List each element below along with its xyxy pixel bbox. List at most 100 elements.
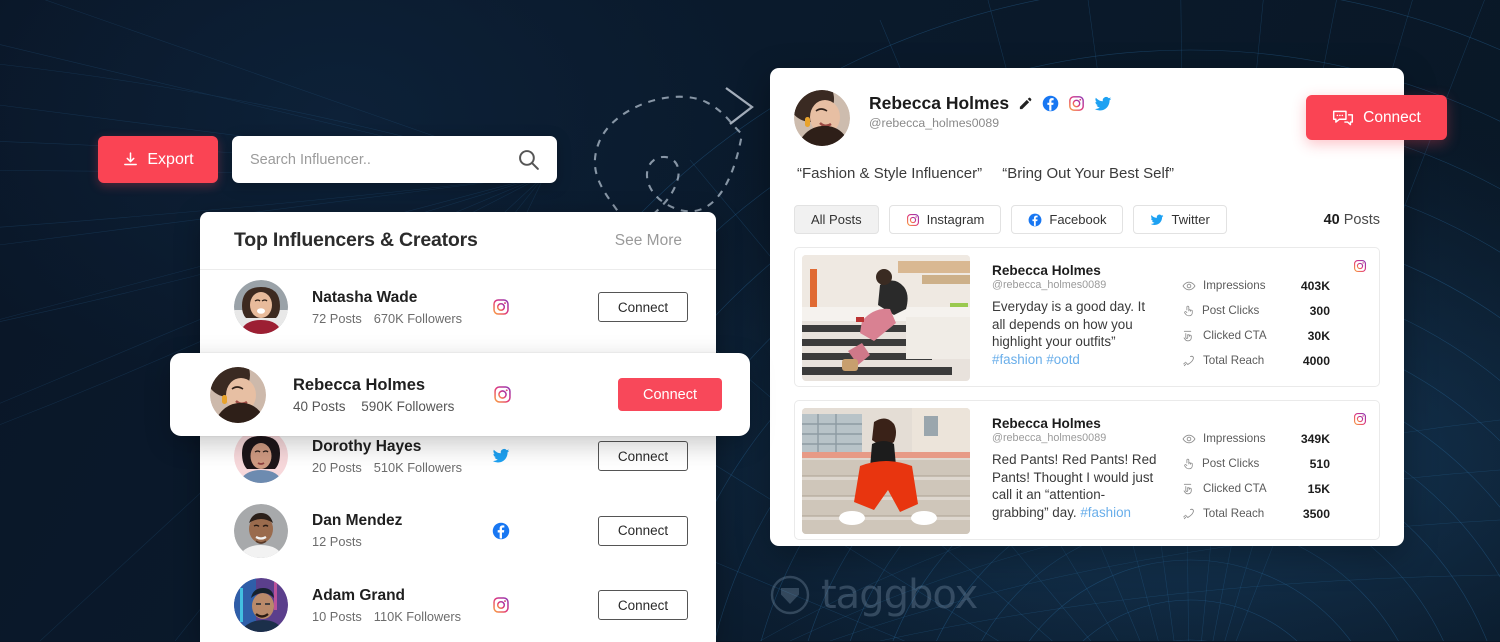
- influencer-row[interactable]: Natasha Wade 72 Posts 670K Followers Conn…: [200, 270, 716, 345]
- influencer-row[interactable]: Adam Grand 10 Posts 110K Followers Connec…: [200, 568, 716, 642]
- influencer-meta: Adam Grand 10 Posts 110K Followers: [312, 587, 492, 624]
- taggbox-watermark: taggbox: [770, 572, 978, 618]
- metric-value: 4000: [1302, 353, 1330, 368]
- profile-name-row: Rebecca Holmes: [869, 93, 1112, 114]
- watermark-text: taggbox: [821, 572, 978, 618]
- metric-row: Clicked CTA 15K: [1182, 476, 1330, 501]
- post-handle: @rebecca_holmes0089: [992, 432, 1107, 444]
- influencer-row-selected[interactable]: Rebecca Holmes 40 Posts 590K Followers C…: [170, 353, 750, 436]
- instagram-icon[interactable]: [492, 596, 562, 614]
- connect-button[interactable]: Connect: [598, 590, 688, 621]
- rocket-icon: [1182, 507, 1196, 521]
- instagram-icon[interactable]: [1353, 412, 1367, 431]
- post-author: Rebecca Holmes: [992, 263, 1101, 278]
- instagram-icon[interactable]: [493, 385, 563, 404]
- post-image: [802, 408, 970, 534]
- instagram-icon[interactable]: [492, 298, 562, 316]
- export-button[interactable]: Export: [98, 136, 218, 183]
- metric-value: 300: [1309, 303, 1330, 318]
- post-count: 72 Posts: [312, 310, 362, 326]
- post-handle: @rebecca_holmes0089: [992, 279, 1107, 291]
- filter-label: Instagram: [926, 212, 985, 227]
- post-body: Rebecca Holmes @rebecca_holmes0089 Red P…: [970, 408, 1160, 532]
- influencer-list: Natasha Wade 72 Posts 670K Followers Conn…: [200, 270, 716, 642]
- follower-count: 590K Followers: [361, 398, 455, 414]
- connect-button-selected[interactable]: Connect: [618, 378, 722, 411]
- metric-row: Clicked CTA 30K: [1182, 323, 1330, 348]
- search-icon[interactable]: [516, 147, 541, 172]
- eye-icon: [1182, 432, 1196, 446]
- click-hand-icon: [1182, 304, 1195, 318]
- download-icon: [122, 151, 139, 168]
- metric-label: Clicked CTA: [1203, 482, 1267, 495]
- metric-row: Post Clicks 510: [1182, 451, 1330, 476]
- filter-list: All Posts Instagram Facebook Twitter: [794, 205, 1237, 234]
- influencer-stats: 20 Posts 510K Followers: [312, 460, 492, 475]
- twitter-icon: [1150, 213, 1164, 227]
- facebook-icon[interactable]: [492, 522, 562, 540]
- filter-label: Twitter: [1171, 212, 1210, 227]
- avatar: [234, 578, 288, 633]
- influencer-name: Natasha Wade: [312, 288, 418, 306]
- click-hand-icon: [1182, 457, 1195, 471]
- see-more-link[interactable]: See More: [615, 232, 682, 250]
- metric-label: Total Reach: [1203, 507, 1265, 520]
- metric-value: 15K: [1307, 481, 1330, 496]
- twitter-icon[interactable]: [492, 447, 562, 465]
- influencer-row[interactable]: Dan Mendez 12 Posts Connect: [200, 494, 716, 569]
- avatar: [234, 503, 288, 558]
- avatar: [234, 429, 288, 484]
- filter-tab-twitter[interactable]: Twitter: [1133, 205, 1227, 234]
- tagline-2: “Bring Out Your Best Self”: [1002, 165, 1175, 182]
- post-body: Rebecca Holmes @rebecca_holmes0089 Every…: [970, 255, 1160, 379]
- metric-row: Impressions 403K: [1182, 273, 1330, 298]
- post-count: 40 Posts: [293, 398, 346, 414]
- follower-count: 110K Followers: [373, 608, 462, 624]
- influencer-meta: Dan Mendez 12 Posts: [312, 512, 492, 549]
- filter-tab-instagram[interactable]: Instagram: [888, 205, 1002, 234]
- post-hashtags[interactable]: #fashion #ootd: [992, 352, 1080, 367]
- metric-row: Total Reach 4000: [1182, 348, 1330, 373]
- connect-button-primary[interactable]: Connect: [1306, 95, 1447, 140]
- metric-value: 510: [1309, 456, 1330, 471]
- metric-row: Post Clicks 300: [1182, 298, 1330, 323]
- connect-label: Connect: [1363, 108, 1421, 126]
- page-title: Top Influencers & Creators: [234, 229, 478, 251]
- follower-count: 510K Followers: [373, 459, 462, 475]
- profile-avatar: [794, 90, 850, 146]
- search-input[interactable]: [250, 151, 516, 168]
- influencer-name: Adam Grand: [312, 586, 406, 604]
- instagram-icon[interactable]: [1068, 95, 1085, 112]
- metric-label: Post Clicks: [1202, 457, 1260, 470]
- connect-button[interactable]: Connect: [598, 292, 688, 323]
- influencer-name: Dorothy Hayes: [312, 437, 422, 455]
- filter-label: All Posts: [811, 212, 862, 227]
- filter-tab-facebook[interactable]: Facebook: [1011, 205, 1124, 234]
- posts-count-suffix: Posts: [1339, 211, 1380, 228]
- profile-taglines: “Fashion & Style Influencer” “Bring Out …: [797, 165, 1380, 182]
- connect-button[interactable]: Connect: [598, 441, 688, 472]
- pencil-icon[interactable]: [1018, 96, 1033, 111]
- post-card[interactable]: Rebecca Holmes @rebecca_holmes0089 Red P…: [794, 400, 1380, 540]
- posts-count-number: 40: [1323, 211, 1340, 228]
- facebook-icon[interactable]: [1042, 95, 1059, 112]
- eye-icon: [1182, 279, 1196, 293]
- connect-button[interactable]: Connect: [598, 515, 688, 546]
- post-author: Rebecca Holmes: [992, 416, 1101, 431]
- post-metrics: Impressions 349K Post Clicks 510 Clicked…: [1160, 408, 1330, 532]
- metric-label: Total Reach: [1203, 354, 1265, 367]
- rocket-icon: [1182, 354, 1196, 368]
- search-box[interactable]: [232, 136, 557, 183]
- chat-bubbles-icon: [1332, 108, 1354, 128]
- post-card[interactable]: Rebecca Holmes @rebecca_holmes0089 Every…: [794, 247, 1380, 387]
- instagram-icon[interactable]: [1353, 259, 1367, 278]
- twitter-icon[interactable]: [1094, 95, 1112, 113]
- metric-row: Impressions 349K: [1182, 426, 1330, 451]
- metric-value: 30K: [1307, 328, 1330, 343]
- avatar: [210, 366, 266, 423]
- filter-tab-all-posts[interactable]: All Posts: [794, 205, 879, 234]
- post-count: 10 Posts: [312, 608, 362, 624]
- post-hashtags[interactable]: #fashion: [1080, 505, 1131, 520]
- profile-handle: @rebecca_holmes0089: [869, 116, 1000, 130]
- tagline-1: “Fashion & Style Influencer”: [797, 165, 983, 182]
